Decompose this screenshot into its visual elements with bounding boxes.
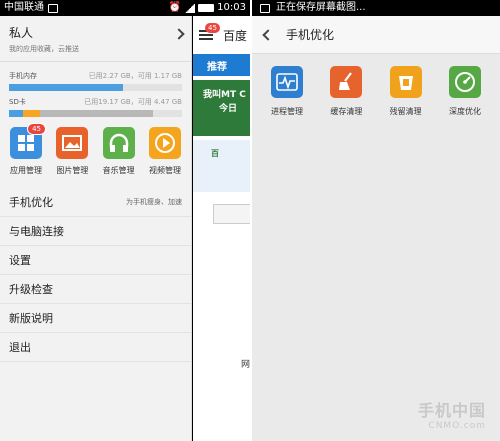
storage-detail: 已用19.17 GB，可用 4.47 GB <box>84 98 182 106</box>
pulse-icon <box>271 66 303 98</box>
menu-item-label: 手机优化 <box>9 196 53 209</box>
tool-label: 进程管理 <box>271 107 303 116</box>
peek-banner[interactable]: 百 <box>193 140 250 192</box>
peek-header: 45 百度 <box>193 16 250 54</box>
menu-item-release-notes[interactable]: 新版说明 <box>0 304 191 333</box>
peek-banner[interactable]: 我叫MT C 今日 <box>193 80 250 136</box>
menu-item-update[interactable]: 升级检查 <box>0 275 191 304</box>
storage-section: 手机内存 已用2.27 GB，可用 1.17 GB SD卡 已用19.17 GB… <box>0 71 191 117</box>
carrier-label: 中国联通 <box>4 2 44 13</box>
peek-title: 百度 <box>223 28 248 43</box>
optimize-screen: 手机优化 进程管理 缓存清理 残留清理 深度优化 手机中国 CNMO.com <box>252 16 500 441</box>
tool-deep-optimize[interactable]: 深度优化 <box>440 66 490 117</box>
sd-storage-bar <box>9 110 182 117</box>
back-arrow-icon[interactable] <box>262 28 274 41</box>
app-shortcut[interactable]: 图片管理 <box>52 127 92 176</box>
menu-item-label: 新版说明 <box>9 312 53 325</box>
menu-item-settings[interactable]: 设置 <box>0 246 191 275</box>
page-title: 手机优化 <box>286 28 335 42</box>
peek-badge: 45 <box>205 23 220 33</box>
status-text: 正在保存屏幕截图... <box>276 2 366 13</box>
tool-label: 残留清理 <box>389 107 422 116</box>
account-subtitle: 我的应用收藏，云推送 <box>9 45 79 53</box>
status-bar-left: 中国联通 ⏰ 10:03 <box>0 0 250 16</box>
background-app-peek: 45 百度 推荐 我叫MT C 今日 百 网 <box>193 16 250 441</box>
menu-item-label: 升级检查 <box>9 283 53 296</box>
phone-storage-fill <box>9 84 124 91</box>
tool-process-manager[interactable]: 进程管理 <box>262 66 312 117</box>
battery-icon <box>198 4 215 12</box>
tool-label: 缓存清理 <box>330 107 363 116</box>
menu-item-pc-connect[interactable]: 与电脑连接 <box>0 217 191 246</box>
image-icon <box>56 127 89 159</box>
peek-button[interactable] <box>213 204 250 224</box>
tab-recommend[interactable]: 推荐 <box>193 54 250 76</box>
storage-label: SD卡 <box>9 98 26 106</box>
menu-item-label: 退出 <box>9 341 31 354</box>
storage-detail: 已用2.27 GB，可用 1.17 GB <box>88 72 182 80</box>
tool-cache-clean[interactable]: 缓存清理 <box>321 66 371 117</box>
app-label: 应用管理 <box>10 166 42 175</box>
optimize-tools: 进程管理 缓存清理 残留清理 深度优化 <box>252 54 500 117</box>
phone-storage-bar <box>9 84 182 91</box>
app-shortcut[interactable]: 音乐管理 <box>99 127 139 176</box>
menu-item-sub: 为手机瘦身、加速 <box>126 198 182 206</box>
screenshot-icon <box>260 3 270 13</box>
storage-label: 手机内存 <box>9 72 37 80</box>
truck-icon <box>389 66 422 98</box>
menu-item-label: 与电脑连接 <box>9 225 64 238</box>
menu-item-exit[interactable]: 退出 <box>0 333 191 362</box>
optimize-header: 手机优化 <box>252 16 500 54</box>
tool-residue-clean[interactable]: 残留清理 <box>381 66 431 117</box>
gauge-icon <box>448 66 481 98</box>
image-notification-icon <box>48 3 58 13</box>
app-shortcuts: 45 应用管理 图片管理 音乐管理 视频管理 <box>0 123 191 176</box>
broom-icon <box>330 66 363 98</box>
app-label: 图片管理 <box>56 166 89 175</box>
nav-drawer: 私人 我的应用收藏，云推送 手机内存 已用2.27 GB，可用 1.17 GB … <box>0 16 192 441</box>
drawer-menu: 手机优化 为手机瘦身、加速 与电脑连接 设置 升级检查 新版说明 退出 <box>0 188 191 362</box>
tool-label: 深度优化 <box>448 107 481 116</box>
status-bar-right: 正在保存屏幕截图... <box>252 0 500 16</box>
peek-net-label: 网 <box>241 360 250 370</box>
alarm-icon: ⏰ <box>168 2 182 13</box>
app-badge: 45 <box>27 123 46 135</box>
account-row[interactable]: 私人 我的应用收藏，云推送 <box>0 16 191 62</box>
menu-item-label: 设置 <box>9 254 31 267</box>
grid-icon: 45 <box>10 123 46 159</box>
account-title: 私人 <box>9 26 34 40</box>
app-shortcut[interactable]: 45 应用管理 <box>6 123 46 176</box>
app-shortcut[interactable]: 视频管理 <box>145 127 185 176</box>
app-label: 音乐管理 <box>102 166 135 175</box>
headphones-icon <box>102 127 135 159</box>
clock: 10:03 <box>217 2 246 13</box>
watermark: 手机中国 CNMO.com <box>417 401 486 431</box>
signal-icon <box>185 3 196 13</box>
play-icon <box>148 127 181 159</box>
menu-item-optimize[interactable]: 手机优化 为手机瘦身、加速 <box>0 188 191 217</box>
app-label: 视频管理 <box>148 166 181 175</box>
